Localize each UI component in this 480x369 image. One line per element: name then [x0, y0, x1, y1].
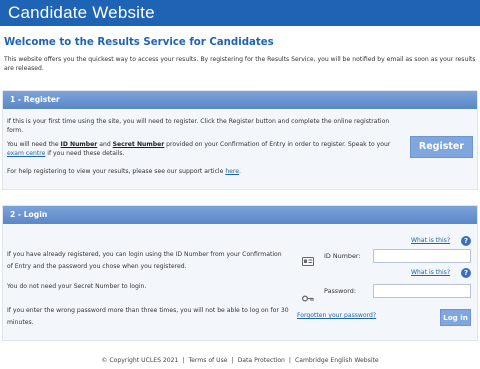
login-instructions: If you have already registered, you can …: [7, 251, 282, 270]
lockout-warning: If you enter the wrong password more tha…: [7, 307, 289, 326]
data-protection-link[interactable]: Data Protection: [238, 357, 285, 364]
secret-number-term: Secret Number: [112, 141, 165, 148]
login-button[interactable]: Log in: [440, 309, 471, 326]
question-circle-icon[interactable]: ?: [461, 268, 471, 278]
question-circle-icon[interactable]: ?: [461, 236, 471, 246]
terms-of-use-link[interactable]: Terms of Use: [188, 357, 227, 364]
id-number-term: ID Number: [60, 141, 98, 148]
exam-centre-link[interactable]: exam centre: [7, 150, 45, 157]
register-panel-header: 1 - Register: [3, 91, 477, 109]
key-icon: [301, 287, 314, 306]
intro-text: This website offers you the quickest way…: [4, 56, 476, 72]
register-button[interactable]: Register: [410, 136, 473, 158]
forgotten-password-link[interactable]: Forgotten your password?: [297, 312, 376, 319]
register-heading: 1 - Register: [10, 95, 60, 104]
password-what-is-this-link[interactable]: What is this?: [411, 269, 450, 276]
id-number-label: ID Number:: [324, 252, 361, 260]
copyright-text: © Copyright UCLES 2021: [101, 357, 179, 364]
support-article-link[interactable]: here: [225, 168, 239, 175]
login-heading: 2 - Login: [10, 210, 48, 219]
register-requirements: You will need the ID Number and Secret N…: [7, 141, 391, 157]
login-panel-header: 2 - Login: [3, 206, 477, 224]
site-title: Candidate Website: [8, 3, 155, 22]
footer: © Copyright UCLES 2021 | Terms of Use | Data…: [101, 357, 379, 364]
secret-number-note: You do not need your Secret Number to lo…: [7, 283, 147, 290]
id-card-icon: [302, 251, 314, 270]
password-label: Password:: [324, 287, 357, 295]
top-banner: Candidate Website: [0, 0, 480, 26]
login-panel: 2 - Login If you have already registered…: [2, 205, 478, 341]
id-what-is-this-link[interactable]: What is this?: [411, 237, 450, 244]
register-help-text: For help registering to view your result…: [7, 168, 241, 175]
id-number-input[interactable]: [373, 249, 471, 263]
welcome-heading: Welcome to the Results Service for Candi…: [4, 37, 274, 48]
register-panel: 1 - Register If this is your first time …: [2, 90, 478, 190]
cambridge-english-link[interactable]: Cambridge English Website: [295, 357, 379, 364]
password-input[interactable]: [373, 284, 471, 298]
register-instructions: If this is your first time using the sit…: [7, 118, 390, 134]
